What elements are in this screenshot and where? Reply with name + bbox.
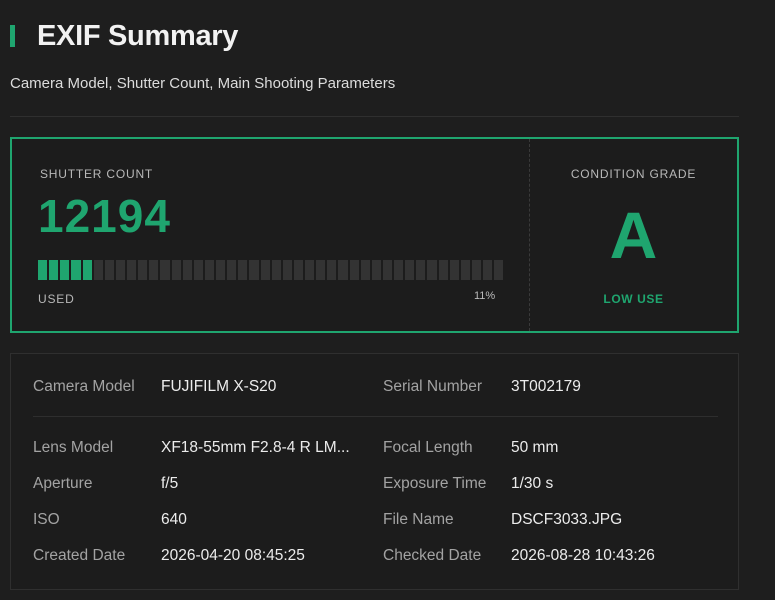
meter-segment (38, 260, 48, 280)
meter-segment (171, 260, 181, 280)
created-date-key: Created Date (33, 547, 126, 564)
iso-key: ISO (33, 511, 60, 528)
meter-segment (394, 260, 404, 280)
used-percent: 11% (474, 290, 496, 302)
page-title: EXIF Summary (37, 19, 239, 52)
meter-segment (104, 260, 114, 280)
meter-segment (216, 260, 226, 280)
file-name-value: DSCF3033.JPG (511, 511, 623, 528)
meter-segment (249, 260, 259, 280)
meter-segment (115, 260, 125, 280)
focal-length-key: Focal Length (383, 439, 473, 456)
meter-segment (160, 260, 170, 280)
serial-number-value: 3T002179 (511, 378, 581, 395)
meter-segment (227, 260, 237, 280)
used-label: USED (38, 292, 75, 306)
meter-segment (405, 260, 415, 280)
title-accent-bar (10, 25, 15, 47)
focal-length-value: 50 mm (511, 439, 559, 456)
meter-segment (149, 260, 159, 280)
meter-segment (327, 260, 337, 280)
page-subtitle: Camera Model, Shutter Count, Main Shooti… (10, 75, 396, 92)
aperture-value: f/5 (161, 475, 179, 492)
meter-segment (282, 260, 292, 280)
meter-segment (305, 260, 315, 280)
meter-segment (494, 260, 504, 280)
meter-segment (238, 260, 248, 280)
header-divider (10, 116, 739, 117)
condition-grade-panel: CONDITION GRADE A LOW USE (530, 139, 737, 331)
meter-segment (371, 260, 381, 280)
meter-segment (449, 260, 459, 280)
exposure-time-value: 1/30 s (511, 475, 554, 492)
shutter-count-label: SHUTTER COUNT (40, 167, 154, 181)
shutter-count-value: 12194 (38, 190, 171, 242)
meter-segment (93, 260, 103, 280)
condition-grade-note: LOW USE (603, 292, 664, 306)
camera-model-value: FUJIFILM X-S20 (161, 378, 277, 395)
lens-model-key: Lens Model (33, 439, 114, 456)
meter-segment (49, 260, 59, 280)
meter-segment (182, 260, 192, 280)
meter-segment (316, 260, 326, 280)
meter-segment (138, 260, 148, 280)
meter-segment (60, 260, 70, 280)
checked-date-key: Checked Date (383, 547, 482, 564)
checked-date-value: 2026-08-28 10:43:26 (511, 547, 655, 564)
meter-segment (438, 260, 448, 280)
header: EXIF Summary (10, 16, 238, 56)
meter-segment (349, 260, 359, 280)
meter-segment (416, 260, 426, 280)
meter-segment (471, 260, 481, 280)
condition-grade-value: A (609, 198, 658, 272)
meter-segment (71, 260, 81, 280)
camera-model-key: Camera Model (33, 378, 135, 395)
meter-segment (338, 260, 348, 280)
meter-segment (427, 260, 437, 280)
condition-grade-label: CONDITION GRADE (570, 167, 697, 181)
meter-segment (293, 260, 303, 280)
usage-meter (38, 260, 504, 280)
meter-segment (193, 260, 203, 280)
shutter-count-card: SHUTTER COUNT 12194 USED 11% CONDITION G… (10, 137, 739, 333)
shutter-count-panel: SHUTTER COUNT 12194 USED 11% (12, 139, 529, 331)
meter-segment (460, 260, 470, 280)
meter-segment (82, 260, 92, 280)
meter-segment (360, 260, 370, 280)
meter-segment (483, 260, 493, 280)
exif-details-card: Camera Model FUJIFILM X-S20 Serial Numbe… (10, 353, 739, 590)
exposure-time-key: Exposure Time (383, 475, 487, 492)
aperture-key: Aperture (33, 475, 93, 492)
serial-number-key: Serial Number (383, 378, 483, 395)
details-divider (33, 416, 718, 417)
exif-summary-page: EXIF Summary Camera Model, Shutter Count… (0, 0, 775, 600)
iso-value: 640 (161, 511, 187, 528)
meter-segment (127, 260, 137, 280)
meter-segment (260, 260, 270, 280)
lens-model-value: XF18-55mm F2.8-4 R LM... (161, 439, 350, 456)
meter-segment (204, 260, 214, 280)
meter-segment (271, 260, 281, 280)
file-name-key: File Name (383, 511, 454, 528)
created-date-value: 2026-04-20 08:45:25 (161, 547, 305, 564)
meter-segment (382, 260, 392, 280)
